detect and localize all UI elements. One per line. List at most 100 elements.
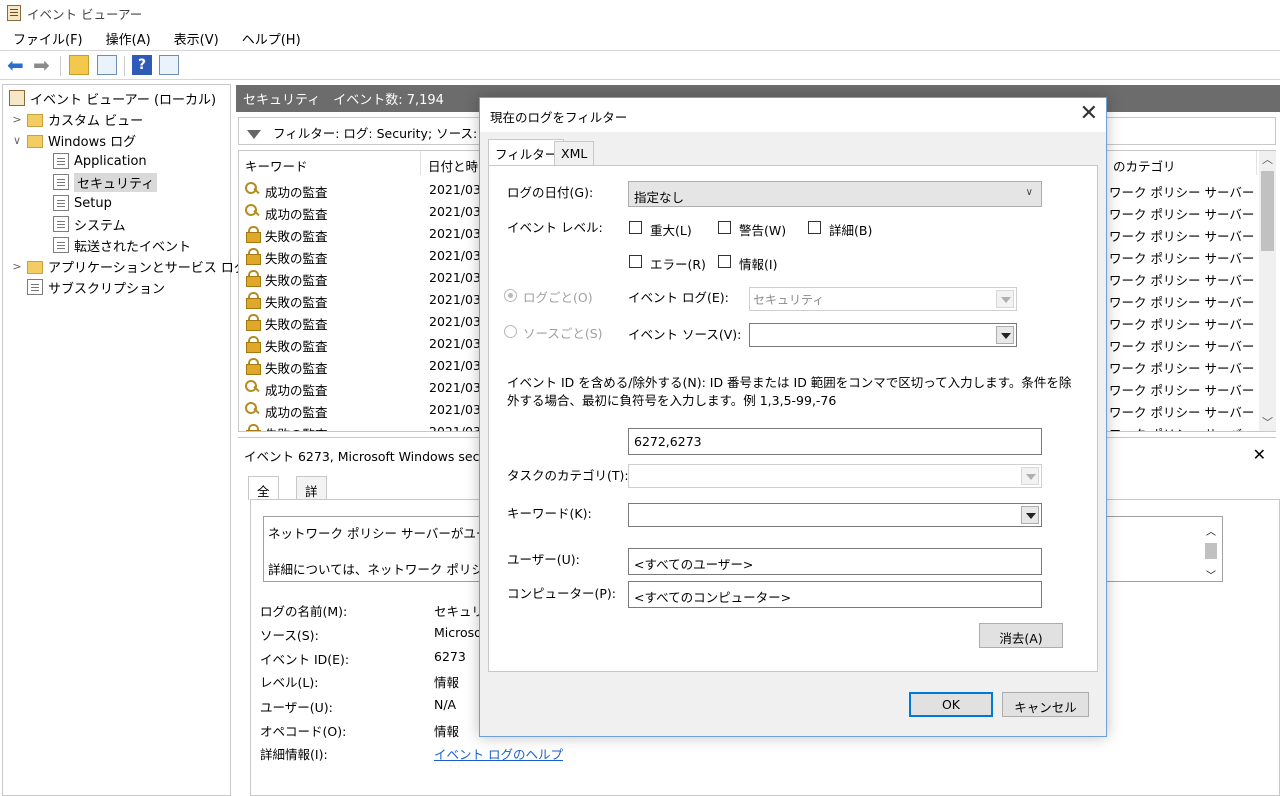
verbose-checkbox[interactable] [808, 221, 821, 234]
event-level-label: イベント レベル: [507, 220, 603, 235]
warning-checkbox[interactable] [718, 221, 731, 234]
tree-item-label: アプリケーションとサービス ログ [48, 260, 247, 276]
column-header-keyword[interactable]: キーワード [239, 151, 421, 175]
error-checkbox[interactable] [629, 255, 642, 268]
description-scrollbar[interactable]: ︿ ﹀ [1204, 523, 1218, 582]
log-date-select[interactable]: 指定なし ∨ [628, 181, 1042, 207]
event-log-label: イベント ログ(E): [628, 290, 729, 305]
show-hide-tree-icon[interactable] [97, 55, 117, 75]
cell-datetime: 2021/03/ [429, 226, 486, 241]
folder-icon [27, 134, 43, 148]
scroll-up-icon[interactable]: ︿ [1206, 523, 1216, 538]
computer-input[interactable]: <すべてのコンピューター> [628, 581, 1042, 608]
cell-category: ワーク ポリシー サーバー [1109, 383, 1255, 398]
column-header-category[interactable]: のカテゴリ [1107, 151, 1257, 175]
scroll-thumb[interactable] [1205, 543, 1217, 559]
cell-datetime: 2021/03/ [429, 402, 486, 417]
prop-value-level: 情報 [434, 675, 460, 690]
menu-file[interactable]: ファイル(F) [0, 27, 92, 49]
chevron-right-icon[interactable]: > [11, 113, 23, 126]
cell-datetime: 2021/03/ [429, 292, 486, 307]
key-icon [245, 204, 260, 219]
tree-item-setup[interactable]: Setup [53, 193, 112, 213]
keyword-select[interactable] [628, 503, 1042, 527]
column-header-datetime[interactable]: 日付と時 [422, 151, 482, 175]
dropdown-arrow-icon [1021, 506, 1039, 524]
scroll-down-icon[interactable]: ﹀ [1206, 567, 1216, 582]
prop-label-source: ソース(S): [260, 628, 319, 643]
tree-item-system[interactable]: システム [53, 214, 126, 234]
user-input[interactable]: <すべてのユーザー> [628, 548, 1042, 575]
cell-category: ワーク ポリシー サーバー [1109, 317, 1255, 332]
tree-item-label: 転送されたイベント [74, 239, 192, 255]
error-label: エラー(R) [650, 257, 706, 272]
cell-datetime: 2021/03/ [429, 424, 486, 432]
task-category-select[interactable] [628, 464, 1042, 488]
by-log-radio[interactable] [504, 289, 517, 302]
cell-category: ワーク ポリシー サーバー [1109, 339, 1255, 354]
lock-icon [245, 292, 261, 309]
scroll-down-icon[interactable]: ﹀ [1259, 414, 1276, 431]
folder-icon [27, 113, 43, 127]
by-source-radio[interactable] [504, 325, 517, 338]
tree-item-custom-views[interactable]: > カスタム ビュー [11, 109, 143, 129]
cell-category: ワーク ポリシー サーバー [1109, 273, 1255, 288]
tab-filter[interactable]: フィルター [488, 139, 565, 165]
cell-keyword: 失敗の監査 [265, 295, 328, 310]
close-icon[interactable]: ✕ [1080, 101, 1098, 126]
cell-keyword: 失敗の監査 [265, 424, 328, 431]
tab-details[interactable]: 詳細 [296, 476, 327, 518]
information-label: 情報(I) [739, 257, 778, 272]
cell-keyword: 失敗の監査 [265, 273, 328, 288]
tree-item-label: Application [74, 153, 147, 169]
log-date-label: ログの日付(G): [507, 185, 594, 200]
cell-datetime: 2021/03/ [429, 182, 486, 197]
show-hide-action-pane-icon[interactable] [159, 55, 179, 75]
back-arrow-icon[interactable]: ⬅ [7, 55, 27, 75]
tree-item-forwarded-events[interactable]: 転送されたイベント [53, 235, 191, 255]
tree-item-security[interactable]: セキュリティ [53, 172, 158, 192]
event-id-input[interactable]: 6272,6273 [628, 428, 1042, 455]
cell-category: ワーク ポリシー サーバー [1109, 229, 1255, 244]
tree-item-root[interactable]: イベント ビューアー (ローカル) [9, 88, 216, 108]
cell-keyword: 失敗の監査 [265, 339, 328, 354]
menu-action[interactable]: 操作(A) [92, 27, 160, 49]
event-viewer-icon [7, 5, 21, 21]
tree-item-apps-services[interactable]: > アプリケーションとサービス ログ [11, 256, 247, 276]
toolbar: ⬅ ➡ ? [0, 50, 1280, 80]
cell-category: ワーク ポリシー サーバー [1109, 185, 1255, 200]
cell-category: ワーク ポリシー サーバー [1109, 424, 1254, 431]
event-viewer-icon [9, 90, 25, 106]
cell-category: ワーク ポリシー サーバー [1109, 361, 1255, 376]
dropdown-arrow-icon [1021, 467, 1039, 485]
close-icon[interactable]: ✕ [1253, 445, 1266, 464]
log-icon [53, 195, 69, 211]
tab-general[interactable]: 全般 [248, 476, 279, 518]
menu-help[interactable]: ヘルプ(H) [228, 27, 310, 49]
tree-item-application[interactable]: Application [53, 151, 147, 171]
cancel-button[interactable]: キャンセル [1002, 692, 1089, 717]
event-source-select[interactable] [749, 323, 1017, 347]
menu-view[interactable]: 表示(V) [160, 27, 228, 49]
critical-checkbox[interactable] [629, 221, 642, 234]
event-log-select[interactable]: セキュリティ [749, 287, 1017, 311]
chevron-right-icon[interactable]: > [11, 260, 23, 273]
ok-button[interactable]: OK [909, 692, 993, 717]
tree-item-windows-logs[interactable]: ∨ Windows ログ [11, 130, 136, 150]
dialog-title: 現在のログをフィルター [490, 110, 628, 125]
cell-keyword: 失敗の監査 [265, 361, 328, 376]
event-list-scrollbar[interactable]: ︿ ﹀ [1259, 151, 1276, 431]
information-checkbox[interactable] [718, 255, 731, 268]
tab-xml[interactable]: XML [554, 141, 595, 165]
clear-button[interactable]: 消去(A) [979, 623, 1063, 648]
tree-item-subscriptions[interactable]: サブスクリプション [27, 277, 165, 297]
forward-arrow-icon[interactable]: ➡ [33, 55, 53, 75]
scroll-thumb[interactable] [1261, 171, 1274, 251]
event-log-help-link[interactable]: イベント ログのヘルプ [434, 744, 563, 763]
chevron-down-icon[interactable]: ∨ [11, 134, 23, 147]
scroll-up-icon[interactable]: ︿ [1259, 151, 1276, 168]
cell-datetime: 2021/03/ [429, 358, 486, 373]
up-folder-icon[interactable] [69, 55, 89, 75]
filter-icon [247, 130, 261, 139]
help-icon[interactable]: ? [132, 55, 152, 75]
